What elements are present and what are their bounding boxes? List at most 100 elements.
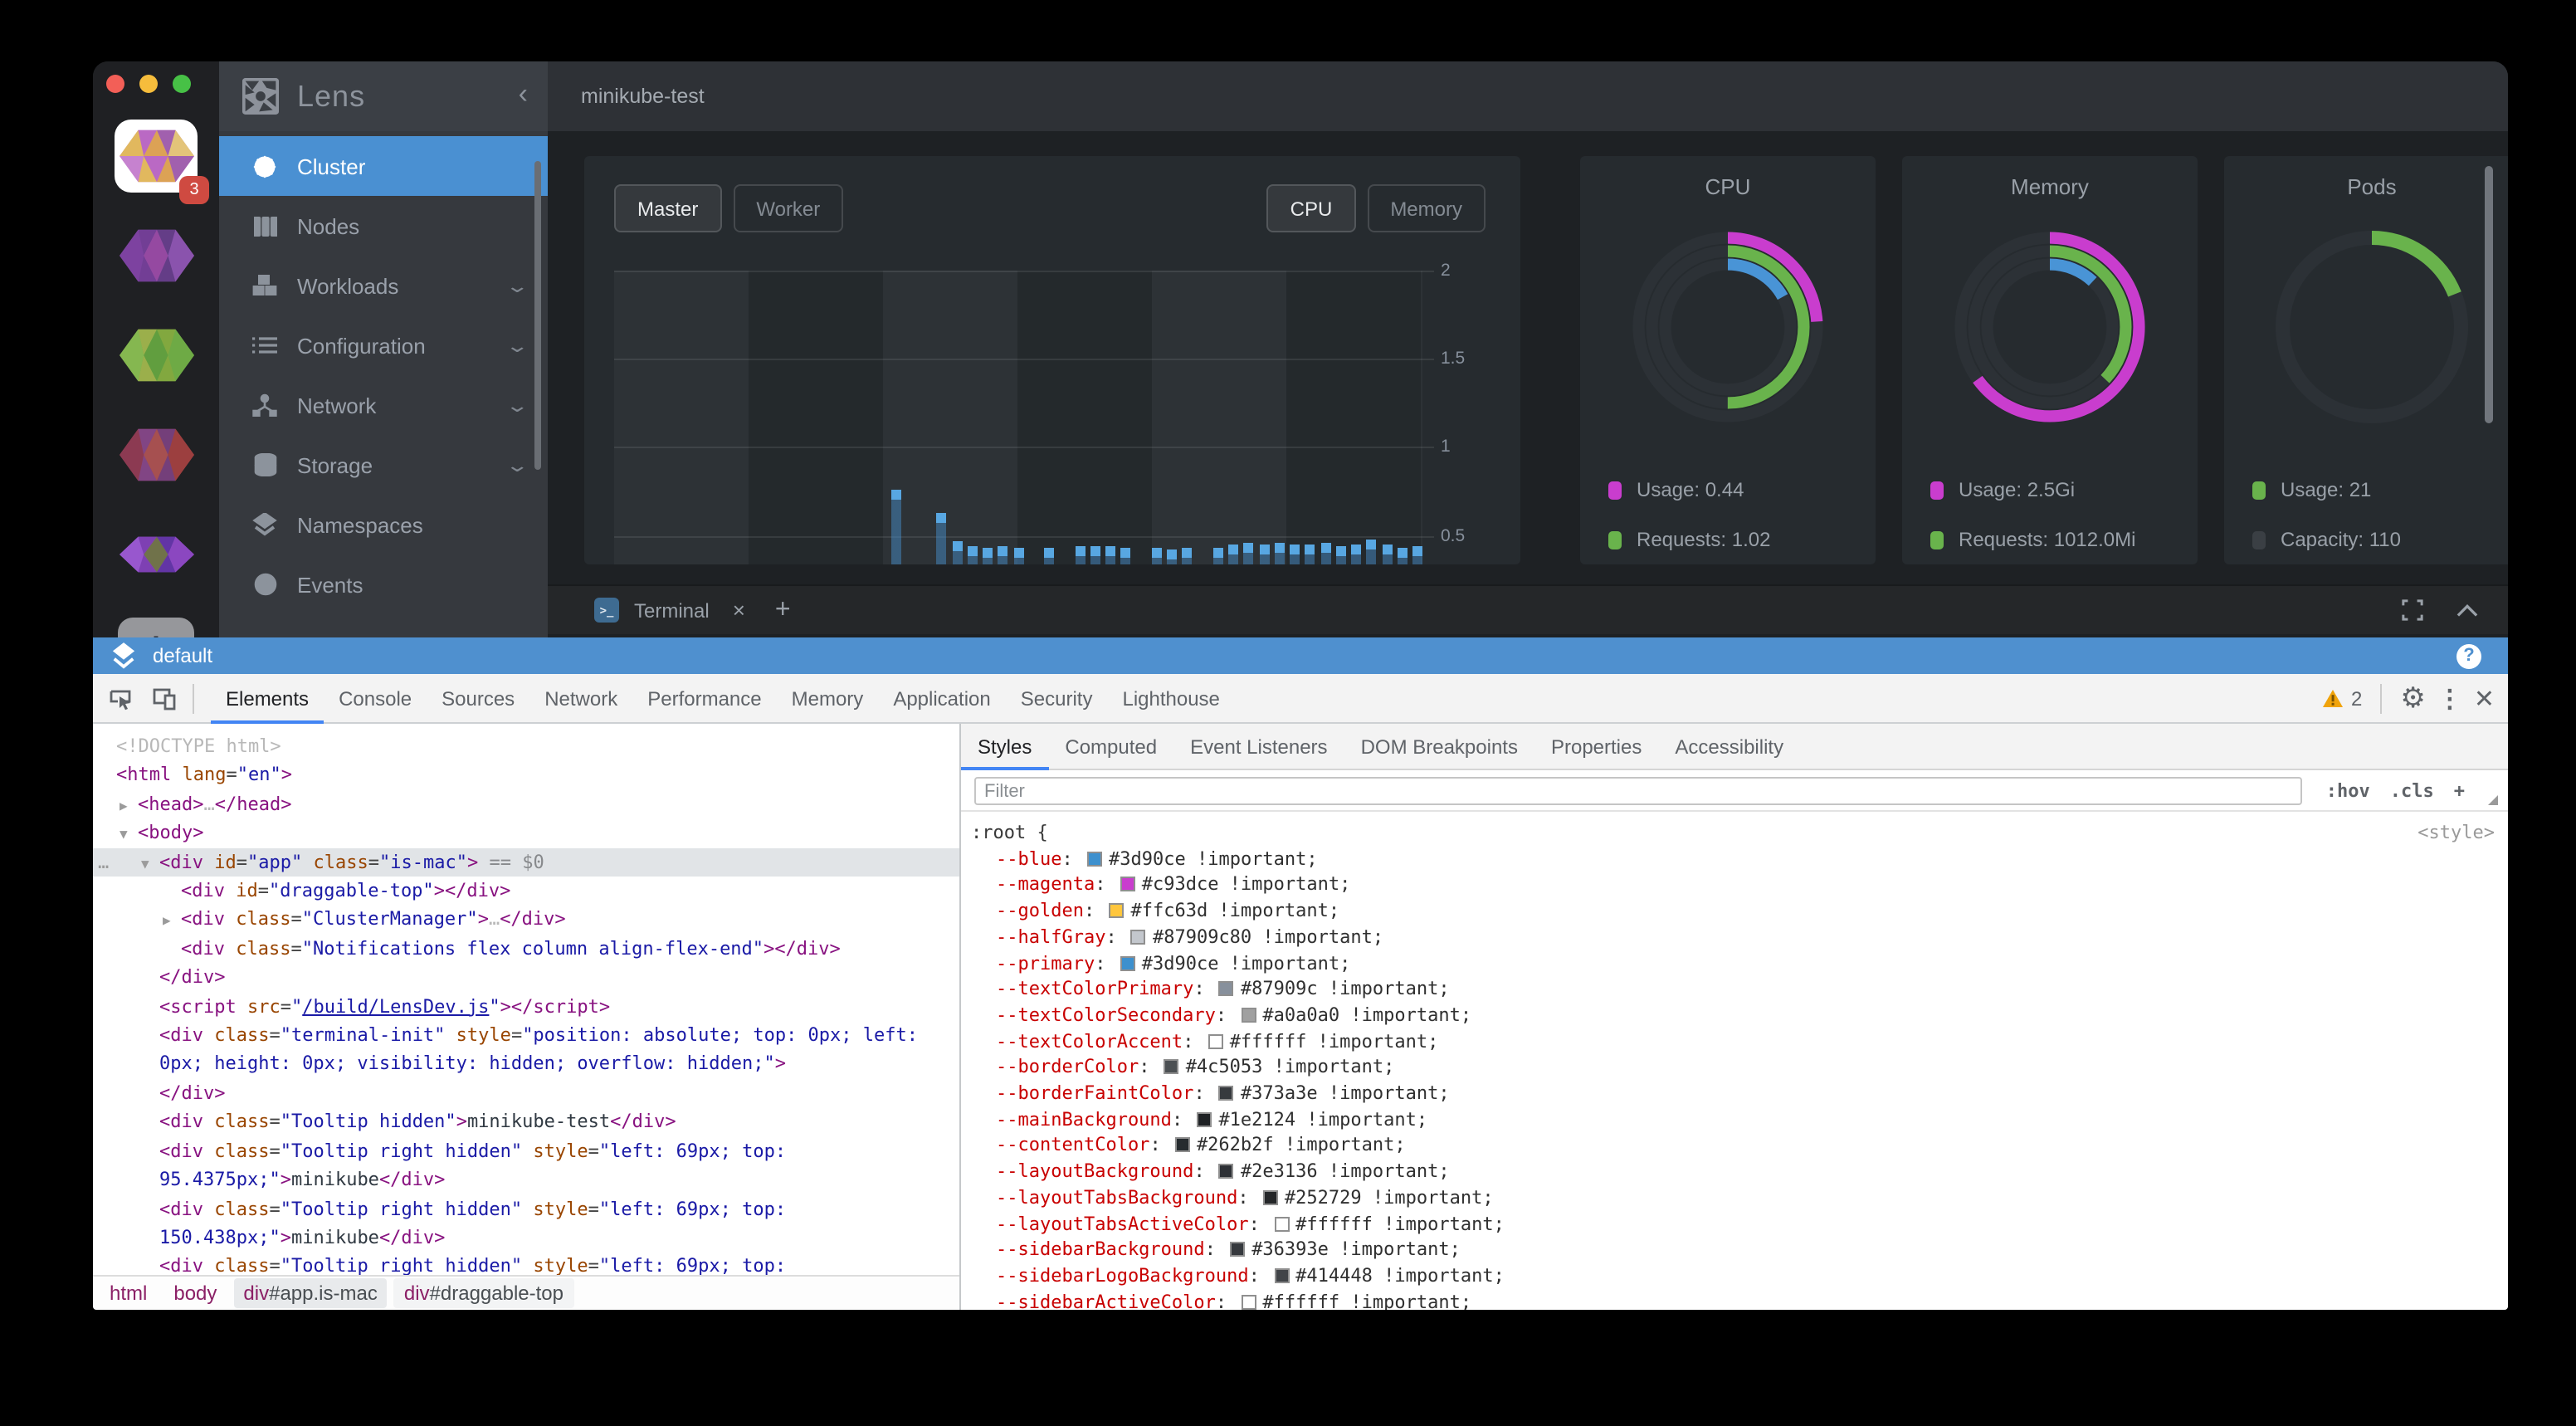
terminal-close-icon[interactable]: × bbox=[733, 598, 745, 623]
color-swatch[interactable] bbox=[1208, 1033, 1223, 1048]
css-variable[interactable]: --layoutTabsBackground: #252729 !importa… bbox=[961, 1185, 2508, 1211]
node-master-button[interactable]: Master bbox=[614, 184, 721, 232]
tab-performance[interactable]: Performance bbox=[632, 673, 776, 723]
tab-elements[interactable]: Elements bbox=[211, 673, 324, 723]
dom-node[interactable]: <!DOCTYPE html> bbox=[93, 732, 959, 761]
color-swatch[interactable] bbox=[1263, 1190, 1278, 1205]
css-variable[interactable]: --primary: #3d90ce !important; bbox=[961, 950, 2508, 976]
sidebar-collapse-icon[interactable]: ‹ bbox=[519, 78, 528, 111]
settings-gear-icon[interactable]: ⚙ bbox=[2400, 681, 2426, 715]
styles-tab-accessibility[interactable]: Accessibility bbox=[1658, 724, 1800, 769]
sidebar-scrollbar[interactable] bbox=[534, 161, 541, 470]
css-variable[interactable]: --textColorAccent: #ffffff !important; bbox=[961, 1028, 2508, 1054]
styles-filter-input[interactable] bbox=[974, 777, 2302, 805]
dom-node[interactable]: <div id="draggable-top"></div> bbox=[93, 877, 959, 906]
dom-node[interactable]: ▶<div class="ClusterManager">…</div> bbox=[93, 906, 959, 935]
dom-node-selected[interactable]: …▼<div id="app" class="is-mac"> == $0 bbox=[93, 847, 959, 877]
styles-tab-computed[interactable]: Computed bbox=[1048, 724, 1173, 769]
node-menu-icon[interactable]: … bbox=[98, 847, 110, 877]
tab-network[interactable]: Network bbox=[529, 673, 632, 723]
cluster-icon-3[interactable] bbox=[115, 319, 198, 392]
sidebar-item-configuration[interactable]: Configuration⌄ bbox=[219, 315, 548, 375]
color-swatch[interactable] bbox=[1230, 1243, 1245, 1258]
color-swatch[interactable] bbox=[1120, 955, 1135, 970]
cluster-tab-title[interactable]: minikube-test bbox=[581, 85, 705, 108]
sidebar-item-storage[interactable]: Storage⌄ bbox=[219, 435, 548, 495]
more-options-icon[interactable]: ⋮ bbox=[2437, 683, 2462, 713]
sidebar-item-workloads[interactable]: Workloads⌄ bbox=[219, 256, 548, 315]
dom-node[interactable]: <html lang="en"> bbox=[93, 761, 959, 790]
dom-node[interactable]: <script src="/build/LensDev.js"></script… bbox=[93, 992, 959, 1021]
sidebar-item-namespaces[interactable]: Namespaces bbox=[219, 495, 548, 554]
color-swatch[interactable] bbox=[1109, 903, 1124, 918]
styles-tab-event-listeners[interactable]: Event Listeners bbox=[1173, 724, 1344, 769]
node-worker-button[interactable]: Worker bbox=[733, 184, 843, 232]
color-swatch[interactable] bbox=[1219, 1164, 1234, 1179]
css-variable[interactable]: --textColorPrimary: #87909c !important; bbox=[961, 976, 2508, 1002]
css-variable[interactable]: --sidebarBackground: #36393e !important; bbox=[961, 1238, 2508, 1263]
css-variable[interactable]: --contentColor: #262b2f !important; bbox=[961, 1133, 2508, 1159]
cluster-icon-5[interactable] bbox=[115, 518, 198, 591]
dom-node[interactable]: <div class="Tooltip hidden">minikube-tes… bbox=[93, 1108, 959, 1137]
color-swatch[interactable] bbox=[1219, 981, 1234, 996]
tab-memory[interactable]: Memory bbox=[777, 673, 879, 723]
css-variable[interactable]: --layoutTabsActiveColor: #ffffff !import… bbox=[961, 1211, 2508, 1237]
dom-node[interactable]: <div class="Tooltip right hidden" style=… bbox=[93, 1136, 959, 1194]
dom-node[interactable]: <div class="Tooltip right hidden" style=… bbox=[93, 1253, 959, 1275]
console-warnings-badge[interactable]: 2 bbox=[2323, 686, 2362, 710]
css-variable[interactable]: --borderFaintColor: #373a3e !important; bbox=[961, 1081, 2508, 1106]
tab-application[interactable]: Application bbox=[878, 673, 1005, 723]
color-swatch[interactable] bbox=[1274, 1268, 1289, 1283]
device-toolbar-icon[interactable] bbox=[143, 676, 186, 720]
tab-lighthouse[interactable]: Lighthouse bbox=[1107, 673, 1234, 723]
breadcrumb-item[interactable]: html bbox=[100, 1278, 157, 1308]
close-window-button[interactable] bbox=[106, 75, 124, 93]
dom-node[interactable]: <div class="terminal-init" style="positi… bbox=[93, 1021, 959, 1079]
cluster-icon-2[interactable] bbox=[115, 219, 198, 292]
sidebar-item-network[interactable]: Network⌄ bbox=[219, 375, 548, 435]
dom-node[interactable]: <div class="Notifications flex column al… bbox=[93, 935, 959, 964]
styles-tab-properties[interactable]: Properties bbox=[1534, 724, 1658, 769]
expand-arrow-icon[interactable]: ▼ bbox=[141, 849, 149, 878]
breadcrumb-item[interactable]: body bbox=[163, 1278, 227, 1308]
color-swatch[interactable] bbox=[1219, 1086, 1234, 1101]
styles-toggle-cls[interactable]: .cls bbox=[2390, 779, 2434, 801]
dashboard-scrollbar[interactable] bbox=[2485, 166, 2493, 423]
color-swatch[interactable] bbox=[1131, 930, 1146, 945]
terminal-collapse-icon[interactable] bbox=[2456, 603, 2478, 618]
expand-arrow-icon[interactable]: ▶ bbox=[120, 792, 128, 821]
cluster-icon-4[interactable] bbox=[115, 418, 198, 491]
minimize-window-button[interactable] bbox=[139, 75, 158, 93]
css-variable[interactable]: --sidebarActiveColor: #ffffff !important… bbox=[961, 1289, 2508, 1310]
namespace-label[interactable]: default bbox=[153, 644, 212, 667]
dom-node[interactable]: <div class="Tooltip right hidden" style=… bbox=[93, 1194, 959, 1253]
styles-toggle-hov[interactable]: :hov bbox=[2326, 779, 2370, 801]
css-selector[interactable]: :root { bbox=[971, 820, 1048, 846]
sidebar-item-cluster[interactable]: Cluster bbox=[219, 136, 548, 196]
color-swatch[interactable] bbox=[1087, 851, 1102, 866]
color-swatch[interactable] bbox=[1197, 1111, 1212, 1126]
tab-security[interactable]: Security bbox=[1006, 673, 1108, 723]
dom-node[interactable]: ▶<head>…</head> bbox=[93, 790, 959, 819]
css-variable[interactable]: --golden: #ffc63d !important; bbox=[961, 898, 2508, 924]
breadcrumb-item[interactable]: div#app.is-mac bbox=[233, 1278, 387, 1308]
color-swatch[interactable] bbox=[1274, 1216, 1289, 1231]
terminal-add-icon[interactable]: + bbox=[775, 595, 791, 625]
color-swatch[interactable] bbox=[1164, 1060, 1179, 1075]
styles-tab-styles[interactable]: Styles bbox=[961, 724, 1048, 769]
inspect-element-icon[interactable] bbox=[100, 676, 143, 720]
color-swatch[interactable] bbox=[1241, 1294, 1256, 1309]
expand-arrow-icon[interactable]: ▼ bbox=[120, 820, 128, 849]
styles-tab-dom-breakpoints[interactable]: DOM Breakpoints bbox=[1344, 724, 1534, 769]
dom-node[interactable]: </div> bbox=[93, 964, 959, 993]
dom-node[interactable]: ▼<body> bbox=[93, 818, 959, 847]
color-swatch[interactable] bbox=[1175, 1138, 1190, 1153]
tab-sources[interactable]: Sources bbox=[427, 673, 529, 723]
css-source-link[interactable]: <style> bbox=[2417, 820, 2495, 846]
metric-cpu-button[interactable]: CPU bbox=[1267, 184, 1356, 232]
css-variable[interactable]: --mainBackground: #1e2124 !important; bbox=[961, 1106, 2508, 1132]
styles-toggle-[interactable]: + bbox=[2454, 779, 2465, 801]
color-swatch[interactable] bbox=[1241, 1008, 1256, 1023]
breadcrumb-item[interactable]: div#draggable-top bbox=[394, 1278, 573, 1308]
zoom-window-button[interactable] bbox=[173, 75, 191, 93]
